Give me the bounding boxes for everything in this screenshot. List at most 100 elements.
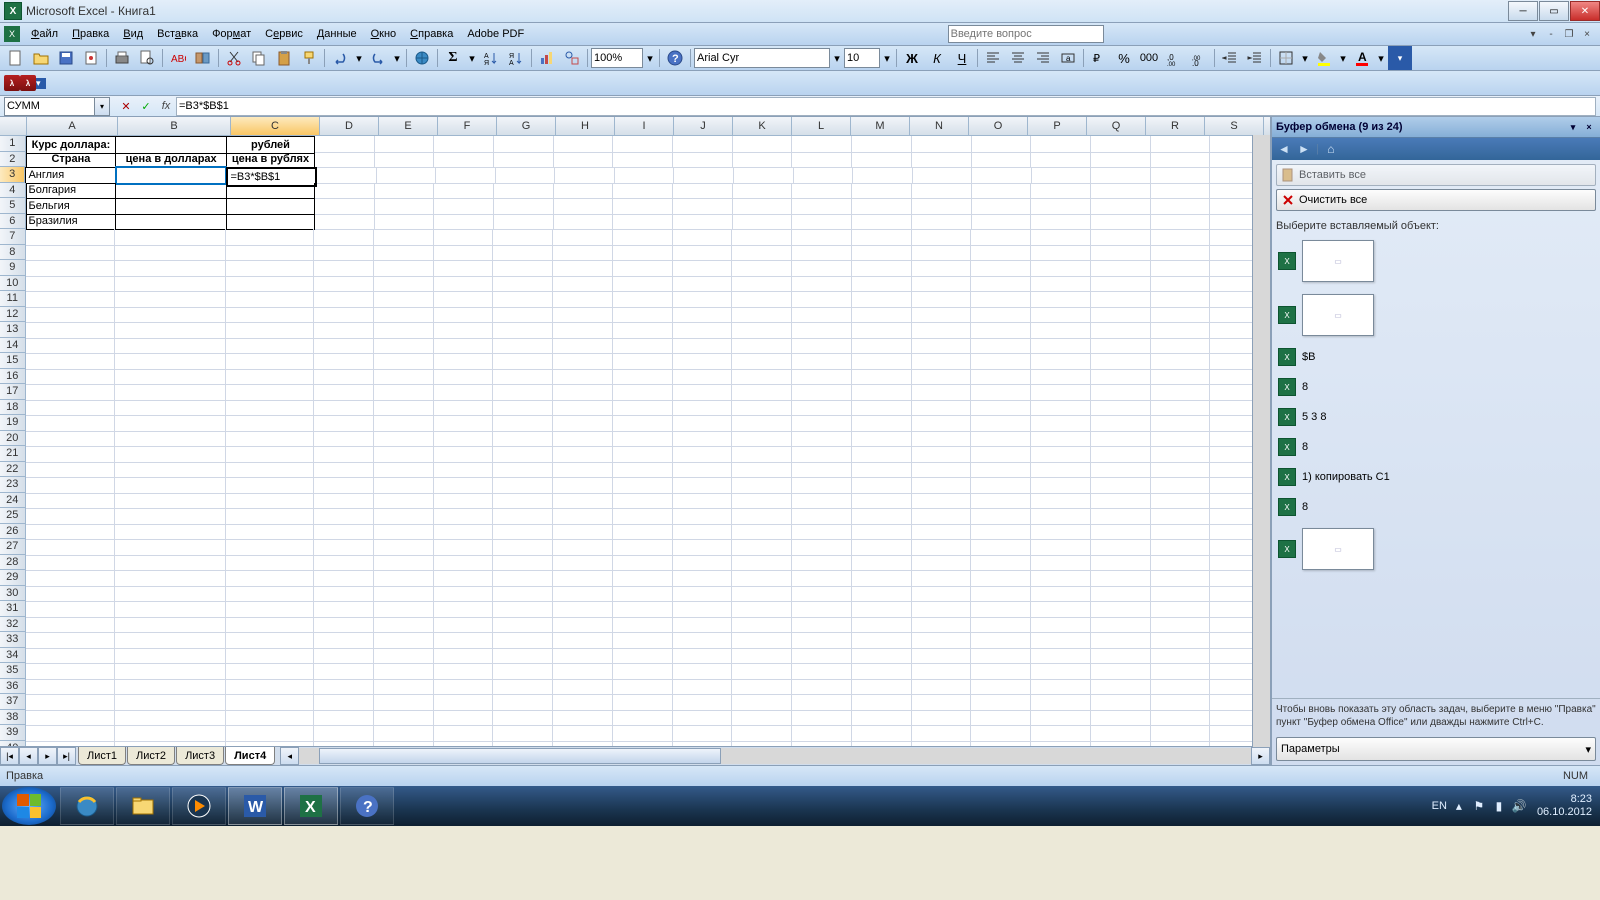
cell-G15[interactable] (493, 353, 553, 370)
cell-L27[interactable] (792, 539, 852, 556)
cell-N37[interactable] (912, 694, 972, 711)
cell-Q38[interactable] (1091, 710, 1151, 727)
cell-N7[interactable] (912, 229, 972, 246)
cell-K37[interactable] (732, 694, 792, 711)
cell-M8[interactable] (852, 245, 912, 262)
cell-H5[interactable] (554, 198, 614, 215)
row-header-37[interactable]: 37 (0, 694, 26, 710)
cell-H35[interactable] (553, 663, 613, 680)
row-header-33[interactable]: 33 (0, 632, 26, 648)
cell-G27[interactable] (493, 539, 553, 556)
cell-F9[interactable] (434, 260, 494, 277)
clipboard-item-7[interactable]: X8 (1276, 492, 1596, 522)
cell-F10[interactable] (434, 276, 494, 293)
cell-B3[interactable] (116, 167, 226, 184)
cell-D28[interactable] (314, 555, 374, 572)
cell-B12[interactable] (115, 307, 226, 324)
row-header-39[interactable]: 39 (0, 725, 26, 741)
cell-F34[interactable] (434, 648, 494, 665)
cell-G20[interactable] (493, 431, 553, 448)
column-header-R[interactable]: R (1146, 117, 1205, 135)
cell-J23[interactable] (673, 477, 733, 494)
cell-A28[interactable] (26, 555, 116, 572)
toolbar-options-button[interactable]: ▾ (1388, 46, 1412, 70)
cell-P19[interactable] (1031, 415, 1091, 432)
cell-F38[interactable] (434, 710, 494, 727)
cell-R17[interactable] (1151, 384, 1211, 401)
cell-A21[interactable] (26, 446, 116, 463)
cell-I24[interactable] (613, 493, 673, 510)
cell-N30[interactable] (912, 586, 972, 603)
cell-F6[interactable] (434, 214, 494, 231)
cell-H27[interactable] (553, 539, 613, 556)
clipboard-item-2[interactable]: X$B (1276, 342, 1596, 372)
cell-D40[interactable] (314, 741, 374, 747)
cell-C11[interactable] (226, 291, 314, 308)
cell-F37[interactable] (434, 694, 494, 711)
cell-P22[interactable] (1031, 462, 1091, 479)
cell-P17[interactable] (1031, 384, 1091, 401)
decrease-indent-button[interactable] (1218, 46, 1242, 70)
cell-M32[interactable] (852, 617, 912, 634)
cell-K15[interactable] (732, 353, 792, 370)
app-icon-small[interactable]: X (4, 26, 20, 42)
row-header-36[interactable]: 36 (0, 679, 26, 695)
cell-P33[interactable] (1031, 632, 1091, 649)
cell-I7[interactable] (613, 229, 673, 246)
cell-A6[interactable]: Бразилия (26, 214, 117, 231)
column-header-E[interactable]: E (379, 117, 438, 135)
cell-L28[interactable] (792, 555, 852, 572)
cell-E21[interactable] (374, 446, 434, 463)
cell-G9[interactable] (493, 260, 553, 277)
cell-R40[interactable] (1151, 741, 1211, 747)
cell-I21[interactable] (613, 446, 673, 463)
cell-O12[interactable] (971, 307, 1031, 324)
cell-I36[interactable] (613, 679, 673, 696)
taskbar-help[interactable]: ? (340, 787, 394, 825)
chart-wizard-button[interactable] (535, 46, 559, 70)
cell-L30[interactable] (792, 586, 852, 603)
taskbar-explorer[interactable] (116, 787, 170, 825)
cell-H29[interactable] (553, 570, 613, 587)
cell-O9[interactable] (971, 260, 1031, 277)
cell-E35[interactable] (374, 663, 434, 680)
cell-K10[interactable] (732, 276, 792, 293)
cell-R25[interactable] (1151, 508, 1211, 525)
cell-E4[interactable] (375, 183, 435, 200)
cell-Q16[interactable] (1091, 369, 1151, 386)
zoom-dropdown[interactable]: ▾ (644, 46, 656, 70)
cell-E17[interactable] (374, 384, 434, 401)
taskpane-menu-button[interactable]: ▾ (1566, 120, 1580, 134)
cell-B34[interactable] (115, 648, 226, 665)
cell-B19[interactable] (115, 415, 226, 432)
cell-A16[interactable] (26, 369, 116, 386)
cell-H30[interactable] (553, 586, 613, 603)
cell-R19[interactable] (1151, 415, 1211, 432)
cell-C36[interactable] (226, 679, 314, 696)
cell-H31[interactable] (553, 601, 613, 618)
cell-N1[interactable] (912, 136, 972, 153)
cell-O22[interactable] (971, 462, 1031, 479)
column-header-A[interactable]: A (27, 117, 118, 135)
cell-B11[interactable] (115, 291, 226, 308)
cell-G29[interactable] (493, 570, 553, 587)
cell-P30[interactable] (1031, 586, 1091, 603)
cell-B14[interactable] (115, 338, 226, 355)
cell-O31[interactable] (971, 601, 1031, 618)
cell-K35[interactable] (732, 663, 792, 680)
cell-N16[interactable] (912, 369, 972, 386)
cell-L21[interactable] (792, 446, 852, 463)
cell-J21[interactable] (673, 446, 733, 463)
menu-insert[interactable]: Вставка (150, 26, 205, 42)
cell-P34[interactable] (1031, 648, 1091, 665)
cell-H20[interactable] (553, 431, 613, 448)
cell-N36[interactable] (912, 679, 972, 696)
cell-B2[interactable]: цена в долларах (116, 152, 227, 169)
align-left-button[interactable] (981, 46, 1005, 70)
cell-N20[interactable] (912, 431, 972, 448)
cell-B32[interactable] (115, 617, 226, 634)
cell-P28[interactable] (1031, 555, 1091, 572)
cell-D34[interactable] (314, 648, 374, 665)
cell-D12[interactable] (314, 307, 374, 324)
taskbar-ie[interactable] (60, 787, 114, 825)
